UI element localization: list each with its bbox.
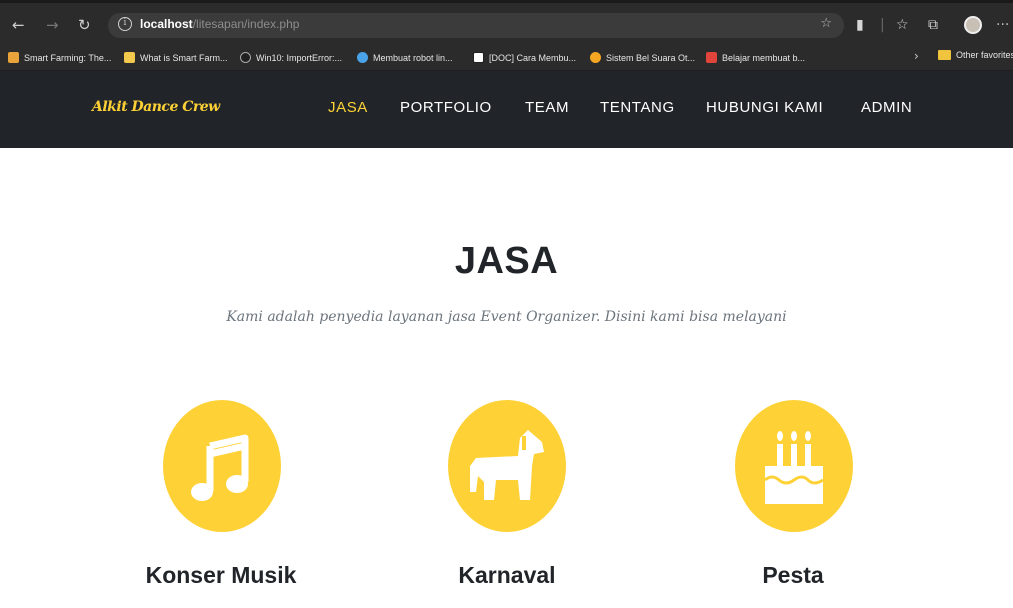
section-subheading: Kami adalah penyedia layanan jasa Event … — [226, 309, 787, 325]
favorites-star-icon[interactable]: ☆ — [896, 17, 909, 33]
bookmark-label: [DOC] Cara Membu... — [489, 52, 577, 63]
bookmark-item[interactable]: [DOC] Cara Membu... — [473, 50, 576, 65]
add-favorite-star-icon[interactable]: ☆ — [820, 16, 832, 31]
chevron-right-icon[interactable]: › — [914, 49, 919, 63]
nav-link-admin[interactable]: ADMIN — [861, 99, 912, 116]
bookmark-favicon — [240, 52, 251, 63]
folder-icon — [938, 50, 951, 60]
bookmark-item[interactable]: Win10: ImportError:... — [240, 50, 342, 65]
bookmark-item[interactable]: Membuat robot lin... — [357, 50, 453, 65]
bookmark-label: Smart Farming: The... — [24, 52, 112, 63]
address-bar[interactable]: i localhost/litesapan/index.php ☆ — [108, 13, 844, 38]
service-title: Karnaval — [458, 562, 556, 588]
bookmark-label: What is Smart Farm... — [140, 52, 228, 63]
more-menu-icon[interactable]: ··· — [996, 17, 1009, 33]
service-icon-circle — [163, 400, 281, 532]
section-heading: JASA — [454, 240, 559, 282]
nav-link-portfolio[interactable]: PORTFOLIO — [400, 99, 492, 116]
service-icon-circle — [448, 400, 566, 532]
bookmark-favicon — [473, 52, 484, 63]
bookmark-item[interactable]: What is Smart Farm... — [124, 50, 228, 65]
other-favorites-link[interactable]: Other favorites — [956, 50, 1013, 60]
bookmark-item[interactable]: Smart Farming: The... — [8, 50, 111, 65]
bookmark-favicon — [706, 52, 717, 63]
extension-icon[interactable]: ▮ — [856, 17, 864, 33]
refresh-icon[interactable]: ↻ — [78, 17, 91, 33]
nav-link-hubungi-kami[interactable]: HUBUNGI KAMI — [706, 99, 823, 116]
service-title: Pesta — [762, 562, 824, 588]
bookmark-item[interactable]: Belajar membuat b... — [706, 50, 805, 65]
bookmark-label: Belajar membuat b... — [722, 52, 806, 63]
nav-link-tentang[interactable]: TENTANG — [600, 99, 675, 116]
bookmark-favicon — [357, 52, 368, 63]
bookmark-label: Sistem Bel Suara Ot... — [606, 52, 696, 63]
bookmark-item[interactable]: Sistem Bel Suara Ot... — [590, 50, 695, 65]
url-text: localhost/litesapan/index.php — [140, 17, 300, 31]
forward-arrow-icon[interactable]: → — [46, 17, 59, 33]
nav-link-team[interactable]: TEAM — [525, 99, 569, 116]
bookmark-label: Win10: ImportError:... — [256, 52, 343, 63]
site-navbar: Alkit Dance Crew JASA PORTFOLIO TEAM TEN… — [0, 71, 1013, 148]
nav-link-jasa[interactable]: JASA — [328, 99, 368, 116]
bookmark-label: Membuat robot lin... — [373, 52, 453, 63]
music-note-icon — [191, 434, 249, 501]
birthday-cake-icon — [764, 431, 824, 504]
bookmark-favicon — [8, 52, 19, 63]
brand-logo[interactable]: Alkit Dance Crew — [92, 99, 220, 115]
horse-icon — [470, 430, 544, 500]
bookmark-favicon — [590, 52, 601, 63]
browser-toolbar: ← → ↻ i localhost/litesapan/index.php ☆ … — [0, 0, 1013, 44]
service-icon-circle — [735, 400, 853, 532]
profile-avatar[interactable] — [964, 16, 982, 34]
bookmarks-bar: Smart Farming: The... What is Smart Farm… — [0, 44, 1013, 71]
back-arrow-icon[interactable]: ← — [12, 17, 25, 33]
collections-icon[interactable]: ⧉ — [928, 17, 938, 33]
info-icon[interactable]: i — [118, 17, 132, 31]
bookmark-favicon — [124, 52, 135, 63]
divider: | — [880, 17, 885, 33]
service-title: Konser Musik — [145, 562, 297, 588]
